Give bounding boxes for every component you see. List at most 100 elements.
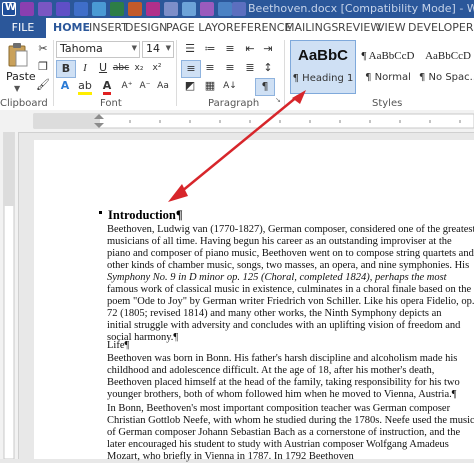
style-no-spacing[interactable]: AaBbCcD ¶ No Spac... — [419, 40, 474, 92]
tab-insert[interactable]: INSERT — [89, 21, 128, 34]
qat-item-12-icon[interactable] — [218, 2, 232, 16]
font-size-combobox[interactable]: 14 ▼ — [142, 41, 174, 58]
paragraph-group-label: Paragraph — [208, 98, 260, 109]
qat-item-11-icon[interactable] — [200, 2, 214, 16]
text-line: Symphony No. 9 in D minor op. 125 (Chora… — [107, 272, 447, 283]
font-size-value: 14 — [146, 42, 160, 55]
line-spacing-icon[interactable]: ↕ — [259, 60, 277, 76]
text-line: initial struggle with adversity and conc… — [107, 320, 461, 331]
qat-item-8-icon[interactable] — [146, 2, 160, 16]
paragraph-life-heading[interactable]: Life¶ — [107, 340, 129, 352]
styles-group-label: Styles — [372, 98, 403, 109]
multilevel-list-icon[interactable]: ≡ — [221, 41, 239, 57]
tab-home[interactable]: HOME — [53, 21, 90, 34]
format-painter-icon[interactable]: 🖌 — [34, 77, 52, 93]
tab-design[interactable]: DESIGN — [125, 21, 167, 34]
align-right-icon[interactable]: ≡ — [221, 60, 239, 76]
decrease-indent-icon[interactable]: ⇤ — [241, 41, 259, 57]
shading-icon[interactable]: ◩ — [181, 78, 199, 94]
horizontal-ruler[interactable] — [0, 110, 474, 133]
tab-file[interactable]: FILE — [0, 18, 46, 38]
change-case-icon[interactable]: Aa — [154, 78, 172, 94]
qat-item-5-icon[interactable] — [92, 2, 106, 16]
text-effects-icon[interactable]: A — [56, 78, 74, 94]
shrink-font-icon[interactable]: A⁻ — [136, 78, 154, 94]
tab-review[interactable]: REVIEW — [338, 21, 381, 34]
paste-icon[interactable] — [7, 42, 29, 68]
paragraph-dialog-launcher-icon[interactable]: ↘ — [275, 96, 283, 104]
document-page[interactable]: Introduction¶ Beethoven, Ludwig van (177… — [34, 140, 474, 462]
text-line: In Bonn, Beethoven's most important comp… — [107, 403, 451, 414]
qat-item-9-icon[interactable] — [164, 2, 178, 16]
chevron-down-icon: ▼ — [165, 44, 171, 52]
text-line: later encouraged his student to study wi… — [107, 439, 449, 450]
undo-icon[interactable] — [38, 2, 52, 16]
clipboard-group-label: Clipboard — [0, 98, 48, 109]
qat-item-6-icon[interactable] — [110, 2, 124, 16]
paragraph-bonn[interactable]: In Bonn, Beethoven's most important comp… — [107, 403, 474, 463]
style-normal-label: ¶ Normal — [365, 72, 411, 83]
style-heading-1-preview: AaBbC — [297, 47, 348, 64]
paste-button-label[interactable]: Paste — [6, 70, 36, 83]
font-name-value: Tahoma — [60, 42, 103, 55]
text-line: Beethoven, Ludwig van (1770-1827), Germa… — [107, 224, 474, 235]
save-icon[interactable] — [20, 2, 34, 16]
text-line: Beethoven placed himself at the head of … — [107, 377, 460, 388]
tab-page-layout[interactable]: PAGE LAYO — [166, 21, 226, 34]
strikethrough-icon[interactable]: abc — [112, 60, 130, 76]
sort-icon[interactable]: A↓ — [221, 78, 239, 94]
title-bar: W Beethoven.docx [Compatibility Mode] - … — [0, 0, 474, 18]
font-color-icon[interactable]: A — [98, 78, 116, 95]
show-formatting-marks-icon[interactable]: ¶ — [255, 78, 275, 96]
italic-icon[interactable]: I — [76, 60, 94, 76]
text-line: 72 (1805; revised 1814) and many other w… — [107, 308, 442, 319]
separator — [176, 40, 177, 106]
align-center-icon[interactable]: ≡ — [201, 60, 219, 76]
increase-indent-icon[interactable]: ⇥ — [259, 41, 277, 57]
chevron-down-icon: ▼ — [131, 44, 137, 52]
justify-icon[interactable]: ≣ — [241, 60, 259, 76]
qat-item-10-icon[interactable] — [182, 2, 196, 16]
paragraph-intro[interactable]: Beethoven, Ludwig van (1770-1827), Germa… — [107, 224, 474, 344]
text-line: of German composer Johann Sebastian Bach… — [107, 427, 461, 438]
style-no-spacing-label: ¶ No Spac... — [419, 72, 474, 83]
qat-item-13-icon[interactable] — [232, 2, 246, 16]
superscript-icon[interactable]: x² — [148, 60, 166, 76]
paragraph-life[interactable]: Beethoven was born in Bonn. His father's… — [107, 353, 460, 401]
text-line: musicians of all time. Having begun his … — [107, 236, 452, 247]
paragraph-mark-bullet — [99, 211, 102, 214]
text-line: Mozart, who briefly in Vienna in 1787. I… — [107, 451, 354, 462]
qat-item-4-icon[interactable] — [74, 2, 88, 16]
tab-developer[interactable]: DEVELOPER — [408, 21, 474, 34]
separator — [53, 40, 54, 106]
qat-item-7-icon[interactable] — [128, 2, 142, 16]
borders-icon[interactable]: ▦ — [201, 78, 219, 94]
align-left-icon[interactable]: ≡ — [181, 60, 201, 78]
font-name-combobox[interactable]: Tahoma ▼ — [56, 41, 140, 58]
numbering-icon[interactable]: ≔ — [201, 41, 219, 57]
separator — [284, 40, 285, 106]
copy-icon[interactable]: ❐ — [34, 59, 52, 75]
paste-dropdown-icon[interactable]: ▼ — [14, 84, 20, 93]
tab-mailings[interactable]: MAILINGS — [285, 21, 338, 34]
font-group-label: Font — [100, 98, 122, 109]
cut-icon[interactable]: ✂ — [34, 41, 52, 57]
tab-view[interactable]: VIEW — [377, 21, 406, 34]
bold-icon[interactable]: B — [56, 60, 76, 78]
word-app-icon[interactable]: W — [2, 2, 16, 16]
vertical-ruler[interactable] — [0, 132, 19, 459]
style-normal-preview: ¶ AaBbCcD — [361, 50, 415, 62]
subscript-icon[interactable]: x₂ — [130, 60, 148, 76]
grow-font-icon[interactable]: A⁺ — [118, 78, 136, 94]
underline-icon[interactable]: U — [94, 60, 112, 76]
bullets-icon[interactable]: ☰ — [181, 41, 199, 57]
tab-references[interactable]: REFERENCE — [226, 21, 291, 34]
redo-icon[interactable] — [56, 2, 70, 16]
style-no-spacing-preview: AaBbCcD — [425, 50, 471, 62]
document-heading[interactable]: Introduction¶ — [108, 208, 183, 223]
style-heading-1[interactable]: AaBbC ¶ Heading 1 — [290, 40, 356, 94]
style-normal[interactable]: ¶ AaBbCcD ¶ Normal — [357, 40, 419, 92]
text-line: childhood and adolescence difficult. At … — [107, 365, 435, 376]
highlight-color-icon[interactable]: ab — [76, 78, 94, 95]
text-line: piano and composer of piano music, Beeth… — [107, 248, 474, 259]
